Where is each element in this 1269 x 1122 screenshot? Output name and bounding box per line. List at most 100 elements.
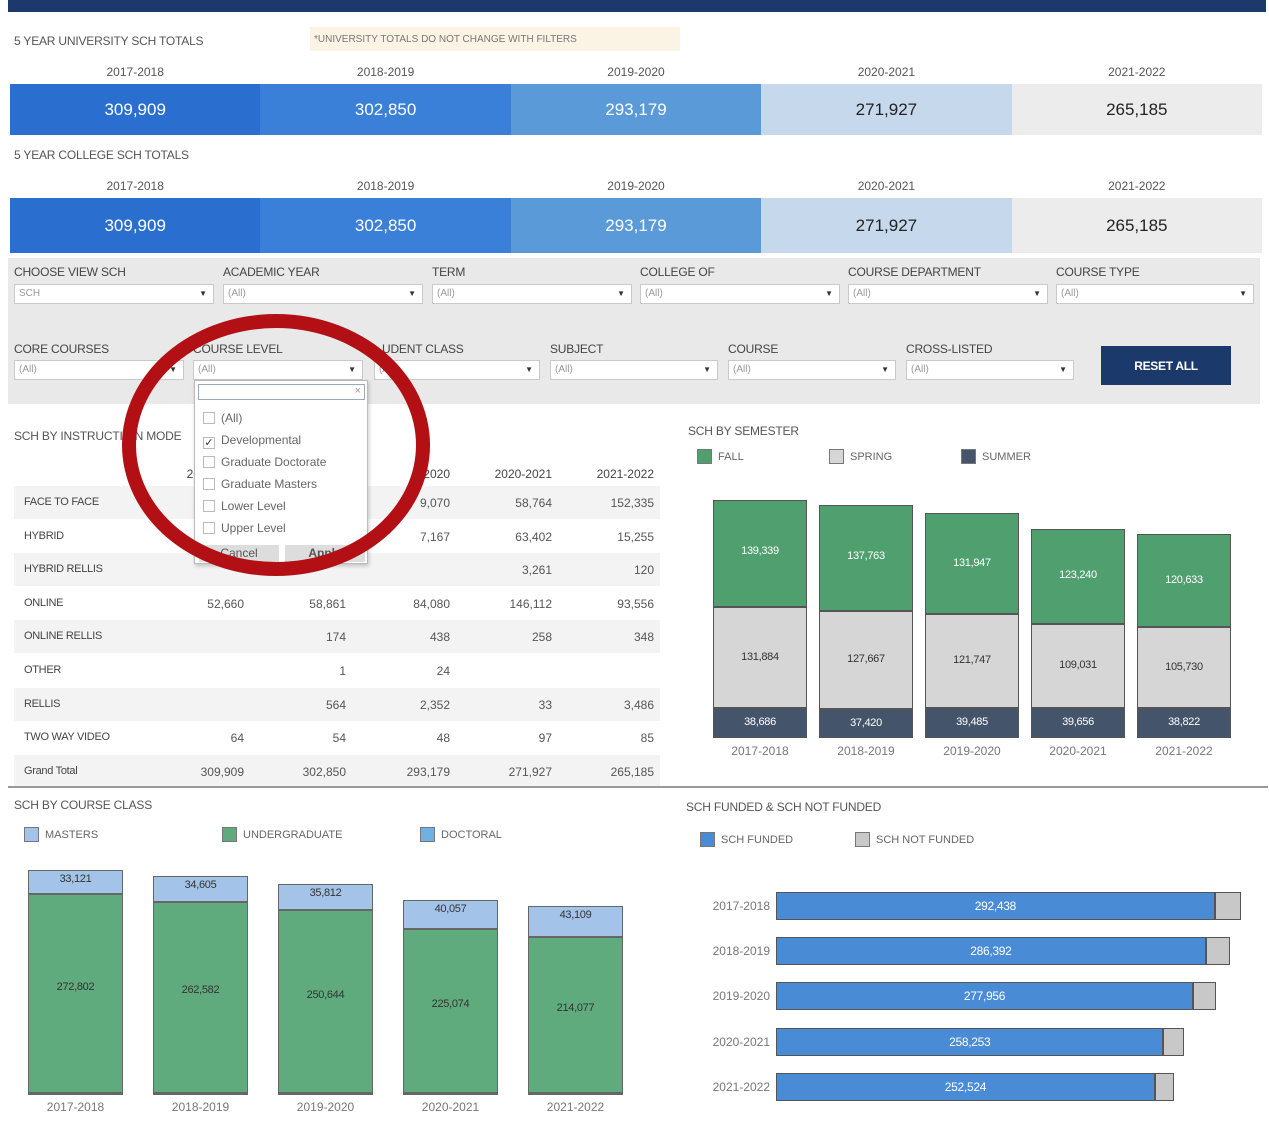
filter-select[interactable]: (All) ▼ (1056, 284, 1254, 304)
college-year-label: 2018-2019 (356, 179, 415, 193)
y-axis-label: 2019-2020 (712, 989, 770, 1004)
data-label: 33,121 (59, 873, 92, 885)
row-label: TWO WAY VIDEO (24, 731, 110, 744)
college-total-tile: 302,850 (260, 198, 511, 253)
bar-segment: 225,074 (403, 929, 498, 1094)
data-label: 121,747 (953, 653, 991, 666)
data-label: 214,077 (556, 1002, 595, 1015)
bar-segment (1163, 1027, 1184, 1056)
bar-segment: 252,524 (776, 1072, 1155, 1101)
table-cell: 152,335 (610, 496, 654, 510)
table-cell: 174 (325, 630, 346, 645)
filter-select[interactable]: (All) ▼ (432, 284, 632, 304)
bar-segment: 37,420 (819, 709, 913, 738)
y-axis-label: 2017-2018 (712, 899, 770, 913)
bar-segment (1214, 892, 1241, 920)
table-cell: 293,179 (406, 764, 450, 779)
filter-label: COURSE (728, 342, 779, 356)
bar-segment: 262,582 (153, 901, 248, 1094)
legend-item: UNDERGRADUATE (222, 826, 342, 844)
filter-label: CHOOSE VIEW SCH (14, 265, 126, 279)
table-cell: 348 (633, 630, 654, 645)
table-cell: 2,352 (419, 697, 450, 712)
bar-segment: 43,109 (528, 905, 623, 938)
filter-select[interactable]: SCH ▼ (14, 284, 214, 304)
table-cell: 3,261 (521, 563, 552, 578)
data-label: 250,644 (306, 988, 345, 1001)
bar-segment: 121,747 (925, 614, 1019, 708)
bar-segment (1154, 1072, 1174, 1101)
bar-segment (1205, 937, 1231, 966)
data-label: 35,812 (309, 887, 342, 900)
legend-swatch (700, 832, 715, 848)
row-label: HYBRID RELLIS (24, 563, 103, 576)
legend-label: SPRING (850, 450, 893, 463)
data-label: 137,763 (847, 550, 885, 563)
filter-select[interactable]: (All) ▼ (223, 284, 423, 304)
reset-all-button[interactable]: RESET ALL (1101, 346, 1231, 385)
table-cell: 54 (332, 731, 346, 746)
data-label: 37,420 (850, 716, 882, 729)
legend-label: SCH NOT FUNDED (876, 833, 975, 846)
data-label: 123,240 (1059, 569, 1097, 582)
chevron-down-icon: ▼ (881, 365, 889, 374)
instruction-mode-title-head: SCH BY INSTRUCTI (14, 429, 123, 443)
legend-swatch (829, 449, 844, 465)
chevron-down-icon: ▼ (703, 365, 711, 374)
data-label: 109,031 (1059, 658, 1097, 671)
filter-label: ACADEMIC YEAR (223, 265, 320, 279)
y-axis-label: 2020-2021 (712, 1034, 770, 1049)
bar-segment (1193, 982, 1216, 1011)
column-header: 2020-2021 (494, 467, 552, 481)
bar-segment (403, 1093, 498, 1096)
table-cell: 58,861 (309, 596, 346, 611)
bar-segment (153, 1093, 248, 1096)
filter-select[interactable]: (All) ▼ (848, 284, 1048, 304)
bar-segment: 272,802 (28, 894, 123, 1094)
filter-label: TERM (432, 265, 466, 279)
table-cell: 52,660 (207, 596, 244, 611)
legend-item: FALL (697, 448, 744, 466)
table-row: OTHER 1 24 (14, 654, 660, 687)
table-cell: 97 (538, 731, 552, 746)
chevron-down-icon: ▼ (1239, 289, 1247, 298)
table-row: RELLIS 564 2,352 33 3,486 (14, 687, 660, 721)
filter-select[interactable]: (All) ▼ (906, 360, 1074, 380)
college-year-label: 2020-2021 (857, 179, 916, 193)
table-cell: 564 (325, 697, 346, 712)
university-total-tile: 293,179 (510, 84, 762, 135)
table-cell: 85 (640, 731, 654, 746)
bar-segment (278, 1093, 373, 1096)
university-totals-title: 5 YEAR UNIVERSITY SCH TOTALS (14, 34, 204, 48)
legend-swatch (222, 827, 237, 843)
table-cell: 3,486 (623, 697, 654, 712)
filter-select[interactable]: (All) ▼ (550, 360, 718, 380)
filter-label: COLLEGE OF (640, 265, 715, 279)
table-cell: 438 (429, 630, 450, 645)
bar-segment: 40,057 (403, 899, 498, 929)
filter-select[interactable]: (All) ▼ (728, 360, 896, 380)
legend-label: SCH FUNDED (721, 833, 794, 846)
bar-segment: 131,884 (713, 607, 807, 709)
table-cell: 120 (633, 563, 654, 578)
table-cell: 48 (436, 731, 450, 746)
bar-segment: 292,438 (776, 892, 1215, 920)
university-year-label: 2017-2018 (106, 65, 164, 79)
x-axis-label: 2018-2019 (837, 744, 895, 758)
x-axis-label: 2019-2020 (296, 1100, 355, 1114)
x-axis-label: 2020-2021 (1049, 744, 1107, 758)
chevron-down-icon: ▼ (1059, 365, 1067, 374)
course-class-chart-title: SCH BY COURSE CLASS (14, 798, 153, 812)
bar-segment: 39,485 (925, 707, 1019, 738)
table-cell: 309,909 (200, 764, 244, 779)
college-year-label: 2017-2018 (106, 179, 164, 193)
bar-segment: 139,339 (713, 500, 807, 607)
college-total-tile: 271,927 (761, 198, 1012, 253)
filter-select[interactable]: (All) ▼ (640, 284, 840, 304)
table-cell: 15,255 (617, 529, 654, 544)
legend-item: SCH FUNDED (700, 831, 793, 849)
legend-label: DOCTORAL (441, 828, 502, 841)
table-cell: 63,402 (515, 529, 552, 544)
table-cell: 33 (538, 697, 552, 712)
funded-chart-title: SCH FUNDED & SCH NOT FUNDED (686, 800, 882, 814)
